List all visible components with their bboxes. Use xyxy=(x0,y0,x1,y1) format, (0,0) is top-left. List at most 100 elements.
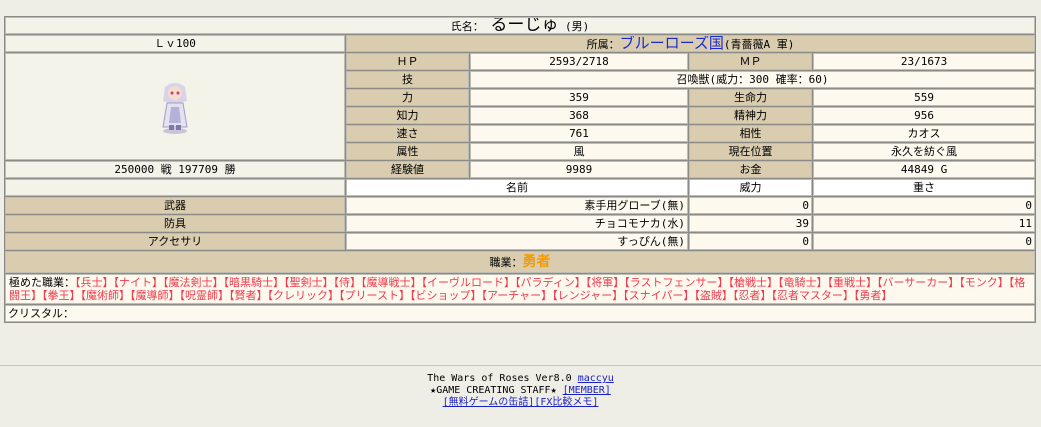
spd-label: 速さ xyxy=(346,125,469,142)
skill-value: 召喚獣(威力：300 確率：60) xyxy=(470,71,1036,88)
equip-header-name: 名前 xyxy=(346,179,688,196)
footer-version: The Wars of Roses Ver8.0 xyxy=(427,373,572,384)
mnd-value: 956 xyxy=(813,107,1036,124)
hp-label: ＨＰ xyxy=(346,53,469,70)
equip-header-power: 威力 xyxy=(689,179,812,196)
status-table: 氏名： るーじゅ (男) Ｌｖ100 所属：ブルーローズ国(青薔薇A 軍) ＨＰ… xyxy=(4,16,1037,323)
mp-label: ＭＰ xyxy=(689,53,812,70)
mastered-job: 【モンク】 xyxy=(959,276,1009,289)
character-name: るーじゅ xyxy=(490,17,559,34)
avatar-cell xyxy=(5,53,345,160)
mastered-job: 【バーサーカー】 xyxy=(877,276,960,289)
int-value: 368 xyxy=(470,107,688,124)
mastered-job: 【魔法剣士】 xyxy=(163,276,224,289)
mastered-job: 【イーヴルロード】 xyxy=(421,276,516,289)
armor-power: 39 xyxy=(689,215,812,232)
mastered-job: 【槍戦士】 xyxy=(728,276,779,289)
armor-slot: 防具 xyxy=(5,215,345,232)
mastered-job: 【重戦士】 xyxy=(827,276,878,289)
level-cell: Ｌｖ100 xyxy=(5,35,345,52)
mnd-label: 精神力 xyxy=(689,107,812,124)
spd-value: 761 xyxy=(470,125,688,142)
attr-label: 属性 xyxy=(346,143,469,160)
job-name: 勇者 xyxy=(522,253,551,270)
footer-staff: ★GAME CREATING STAFF★ xyxy=(430,385,557,396)
accessory-slot: アクセサリ xyxy=(5,233,345,250)
mastered-job: 【盗賊】 xyxy=(694,289,733,302)
mastered-job: 【拳王】 xyxy=(42,289,81,302)
affiliation-label: 所属： xyxy=(586,37,620,51)
mastered-job: 【暗黒騎士】 xyxy=(223,276,285,289)
mastered-label: 極めた職業： xyxy=(9,276,75,289)
mastered-job: 【呪霊師】 xyxy=(179,289,230,302)
mastered-job: 【勇者】 xyxy=(853,289,893,302)
free-games-link[interactable]: [無料ゲームの缶詰] xyxy=(443,397,535,408)
job-row: 職業：勇者 xyxy=(5,251,1036,273)
battle-record: 250000 戦 197709 勝 xyxy=(5,161,345,178)
mastered-job: 【スナイパー】 xyxy=(623,289,695,302)
job-label: 職業： xyxy=(489,255,523,269)
mastered-job: 【魔術師】 xyxy=(80,289,131,302)
affiliation-sub: (青薔薇A 軍) xyxy=(723,37,795,51)
vit-label: 生命力 xyxy=(689,89,812,106)
armor-weight: 11 xyxy=(813,215,1036,232)
mastered-job: 【魔導戦士】 xyxy=(361,276,422,289)
weapon-weight: 0 xyxy=(813,197,1036,214)
mastered-job: 【レンジャー】 xyxy=(552,289,624,302)
mastered-job: 【ラストフェンサー】 xyxy=(624,276,729,289)
gold-value: 44849 G xyxy=(813,161,1036,178)
mastered-jobs: 極めた職業：【兵士】【ナイト】【魔法剣士】【暗黒騎士】【聖剣士】【侍】【魔導戦士… xyxy=(5,274,1036,304)
name-label: 氏名： xyxy=(450,19,484,33)
aff-value: カオス xyxy=(813,125,1036,142)
mastered-job: 【将軍】 xyxy=(585,276,625,289)
member-link[interactable]: [MEMBER] xyxy=(563,385,611,396)
mastered-job: 【魔導師】 xyxy=(130,289,180,302)
mastered-job: 【ナイト】 xyxy=(113,276,164,289)
str-value: 359 xyxy=(470,89,688,106)
mastered-job-list: 【兵士】【ナイト】【魔法剣士】【暗黒騎士】【聖剣士】【侍】【魔導戦士】【イーヴル… xyxy=(9,276,1025,302)
mastered-job: 【ビショップ】 xyxy=(409,289,482,302)
exp-value: 9989 xyxy=(470,161,688,178)
mastered-job: 【竜騎士】 xyxy=(778,276,828,289)
equip-header-weight: 重さ xyxy=(813,179,1036,196)
weapon-power: 0 xyxy=(689,197,812,214)
int-label: 知力 xyxy=(346,107,469,124)
mastered-job: 【忍者マスター】 xyxy=(771,289,854,302)
mastered-job: 【侍】 xyxy=(333,276,362,289)
mastered-job: 【聖剣士】 xyxy=(284,276,334,289)
exp-label: 経験値 xyxy=(346,161,469,178)
character-gender: (男) xyxy=(565,19,590,33)
attr-value: 風 xyxy=(470,143,688,160)
hp-value: 2593/2718 xyxy=(470,53,688,70)
accessory-weight: 0 xyxy=(813,233,1036,250)
character-sprite xyxy=(157,79,193,135)
crystal-label: クリスタル： xyxy=(8,307,74,320)
footer: The Wars of Roses Ver8.0 maccyu ★GAME CR… xyxy=(0,365,1041,409)
mastered-job: 【アーチャー】 xyxy=(481,289,553,302)
armor-name: チョコモナカ(水) xyxy=(346,215,688,232)
mastered-job: 【賢者】 xyxy=(229,289,268,302)
weapon-slot: 武器 xyxy=(5,197,345,214)
fx-memo-link[interactable]: [FX比較メモ] xyxy=(534,397,598,408)
mastered-job: 【プリースト】 xyxy=(339,289,410,302)
accessory-power: 0 xyxy=(689,233,812,250)
str-label: 力 xyxy=(346,89,469,106)
mastered-job: 【忍者】 xyxy=(732,289,772,302)
accessory-name: すっぴん(無) xyxy=(346,233,688,250)
status-panel: 氏名： るーじゅ (男) Ｌｖ100 所属：ブルーローズ国(青薔薇A 軍) ＨＰ… xyxy=(4,16,1037,323)
equip-header-blank xyxy=(5,179,345,196)
mp-value: 23/1673 xyxy=(813,53,1036,70)
loc-label: 現在位置 xyxy=(689,143,812,160)
weapon-name: 素手用グローブ(無) xyxy=(346,197,688,214)
affiliation-cell: 所属：ブルーローズ国(青薔薇A 軍) xyxy=(346,35,1036,52)
aff-label: 相性 xyxy=(689,125,812,142)
crystal-row: クリスタル： xyxy=(5,305,1036,322)
loc-value: 永久を紡ぐ風 xyxy=(813,143,1036,160)
gold-label: お金 xyxy=(689,161,812,178)
name-header: 氏名： るーじゅ (男) xyxy=(5,17,1036,34)
mastered-job: 【クレリック】 xyxy=(267,289,340,302)
vit-value: 559 xyxy=(813,89,1036,106)
mastered-job: 【パラディン】 xyxy=(515,276,586,289)
mastered-job: 【兵士】 xyxy=(75,276,114,289)
author-link[interactable]: maccyu xyxy=(578,373,614,384)
